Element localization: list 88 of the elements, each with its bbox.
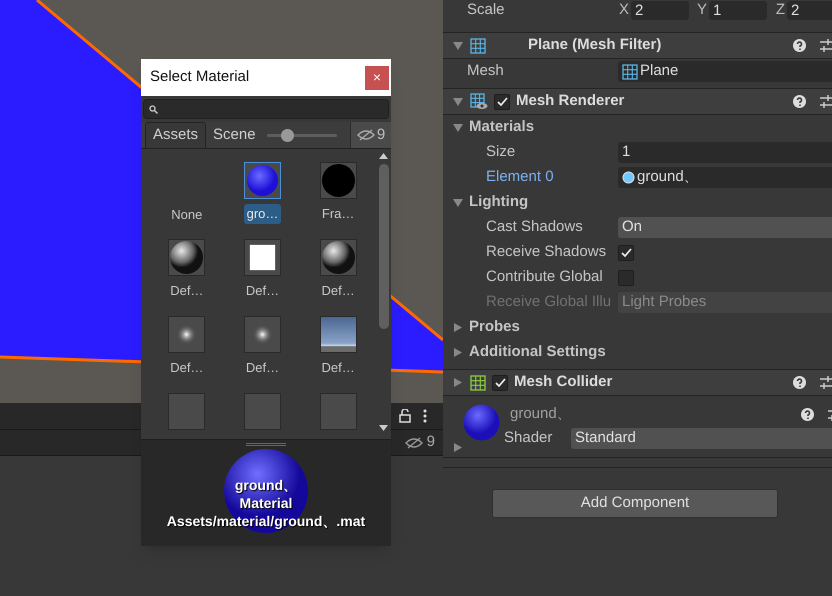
eye-slash-icon: [356, 129, 375, 141]
material-thumbnail[interactable]: [244, 393, 281, 430]
help-icon[interactable]: [793, 376, 806, 389]
axis-label: Y: [696, 0, 707, 20]
object-field[interactable]: Plane: [618, 61, 832, 82]
axis-label: Z: [774, 0, 785, 20]
collapsed-triangle-icon[interactable]: [453, 378, 463, 387]
material-thumbnail[interactable]: [320, 316, 357, 353]
help-icon[interactable]: [793, 39, 806, 52]
dialog-title: Select Material: [150, 67, 250, 88]
component-title: Mesh Renderer: [516, 91, 624, 112]
expanded-triangle-icon[interactable]: [453, 97, 463, 106]
dropdown: Light Probes: [618, 292, 832, 313]
number-field[interactable]: 1: [709, 0, 767, 20]
material-sphere-icon: [463, 404, 500, 441]
material-thumbnail[interactable]: [320, 162, 357, 199]
material-thumbnail[interactable]: [320, 393, 357, 430]
preset-icon[interactable]: [820, 376, 832, 389]
material-thumbnail[interactable]: [168, 239, 206, 276]
material-label[interactable]: gro…: [244, 204, 282, 224]
field-label: Receive Shadows: [486, 242, 608, 262]
component-title: Mesh Collider: [514, 372, 612, 392]
field-label: Cast Shadows: [486, 217, 584, 238]
material-thumbnail[interactable]: [244, 162, 281, 199]
number-field[interactable]: 2: [787, 0, 832, 20]
material-name: ground、: [510, 404, 572, 424]
add-component-button[interactable]: Add Component: [492, 489, 778, 518]
field-label: Shader: [504, 428, 554, 448]
material-thumbnail[interactable]: [244, 316, 281, 353]
slider-thumb[interactable]: [280, 128, 294, 142]
component-title: Plane (Mesh Filter): [528, 35, 662, 56]
search-icon: [149, 104, 158, 114]
help-icon[interactable]: [801, 408, 814, 420]
material-thumbnail[interactable]: [168, 316, 206, 353]
group-header[interactable]: Lighting: [469, 191, 528, 214]
preview-name: ground、: [234, 476, 298, 494]
material-thumbnail[interactable]: [244, 239, 281, 276]
grid-icon: [470, 374, 486, 390]
field-label: Mesh: [467, 61, 505, 82]
preview-type: Material: [240, 494, 292, 512]
scroll-up-icon[interactable]: [379, 153, 388, 159]
preset-icon[interactable]: [820, 95, 832, 108]
expanded-triangle-icon[interactable]: [453, 198, 463, 207]
checkbox[interactable]: [618, 270, 634, 286]
grid-icon: [470, 38, 486, 54]
expanded-triangle-icon[interactable]: [453, 41, 463, 50]
close-button[interactable]: ×: [365, 66, 389, 90]
object-field[interactable]: ground、: [618, 167, 832, 188]
dropdown[interactable]: On: [618, 217, 832, 238]
component-header[interactable]: Mesh Renderer: [443, 88, 832, 115]
hidden-filter-button[interactable]: 9: [350, 122, 391, 148]
help-icon[interactable]: [793, 95, 806, 108]
expanded-triangle-icon[interactable]: [453, 123, 463, 132]
field-label: Size: [486, 142, 516, 162]
zoom-slider[interactable]: [266, 128, 337, 142]
material-thumbnail[interactable]: [320, 239, 357, 276]
preset-icon[interactable]: [820, 39, 832, 52]
checkbox[interactable]: [492, 374, 508, 390]
more-icon[interactable]: [423, 409, 427, 423]
component-header[interactable]: Plane (Mesh Filter): [443, 32, 832, 59]
material-thumbnail[interactable]: [168, 393, 206, 430]
search-field[interactable]: [143, 99, 389, 119]
preview-path: Assets/material/ground、.mat: [166, 512, 366, 530]
eye-slash-icon[interactable]: [404, 436, 423, 448]
field-label: Scale: [467, 0, 506, 20]
scroll-down-icon[interactable]: [379, 425, 388, 431]
collapsed-triangle-icon[interactable]: [453, 348, 463, 357]
component-header[interactable]: Mesh Collider: [443, 369, 832, 396]
collapsed-triangle-icon[interactable]: [453, 323, 463, 332]
material-icon: [622, 171, 635, 184]
tab[interactable]: Assets: [145, 122, 206, 148]
group-header[interactable]: Additional Settings: [469, 341, 606, 364]
field-label: Element 0: [486, 167, 555, 188]
lock-icon[interactable]: [399, 409, 411, 423]
group-header[interactable]: Probes: [469, 316, 520, 339]
checkbox[interactable]: [618, 244, 634, 260]
field-label: Receive Global Illu: [486, 292, 612, 312]
checkbox[interactable]: [494, 94, 510, 110]
field-label: Contribute Global: [486, 267, 604, 288]
text-field[interactable]: 1: [618, 142, 832, 163]
axis-label: X: [618, 0, 629, 20]
grid-icon: [622, 64, 638, 80]
grid-eye-icon: [470, 93, 488, 110]
hidden-count: 9: [426, 432, 435, 452]
group-header[interactable]: Materials: [469, 116, 534, 139]
shader-dropdown[interactable]: Standard: [571, 428, 832, 448]
number-field[interactable]: 2: [631, 0, 689, 20]
collapsed-triangle-icon[interactable]: [453, 443, 463, 452]
